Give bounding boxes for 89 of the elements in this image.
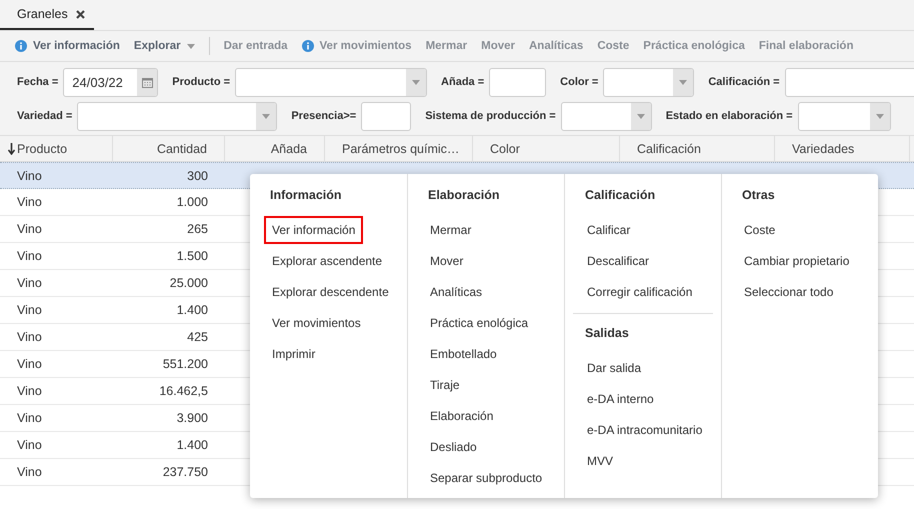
input-field[interactable] bbox=[784, 68, 914, 96]
input-field[interactable] bbox=[361, 102, 412, 130]
field-label: Añada = bbox=[441, 76, 484, 88]
table-cell: 16.462,5 bbox=[159, 384, 208, 398]
menu-heading: Información bbox=[269, 187, 343, 204]
table-cell: 300 bbox=[187, 168, 208, 182]
menu-item[interactable]: Cambiar propietario bbox=[736, 247, 858, 275]
dropdown-field[interactable] bbox=[603, 68, 694, 96]
table-cell: Vino bbox=[17, 384, 42, 398]
menu-item[interactable]: Explorar ascendente bbox=[264, 247, 390, 275]
caret-icon bbox=[412, 80, 420, 84]
caret-icon bbox=[636, 114, 645, 118]
table-cell: 551.200 bbox=[162, 357, 208, 371]
menu-item[interactable]: Desliado bbox=[422, 433, 485, 461]
caret-icon bbox=[262, 114, 270, 118]
dropdown-field[interactable] bbox=[235, 68, 428, 96]
menu-item[interactable]: Dar salida bbox=[579, 354, 650, 382]
table-cell: Vino bbox=[17, 465, 42, 479]
date-field[interactable]: 24/03/22 bbox=[63, 68, 158, 96]
caret-icon bbox=[876, 114, 884, 118]
menu-item[interactable]: Corregir calificación bbox=[579, 278, 700, 306]
table-cell: 425 bbox=[187, 330, 208, 344]
column-header[interactable]: Parámetros químic… bbox=[325, 136, 473, 161]
dropdown-field[interactable] bbox=[560, 102, 652, 130]
table-cell: 25.000 bbox=[170, 276, 208, 290]
toolbar-button[interactable]: Explorar bbox=[128, 36, 201, 56]
field-label: Producto = bbox=[172, 76, 230, 88]
menu-heading: Otras bbox=[741, 187, 776, 204]
table-cell: Vino bbox=[17, 411, 42, 425]
menu-item[interactable]: Práctica enológica bbox=[422, 309, 536, 337]
menu-item[interactable]: Tiraje bbox=[422, 371, 468, 399]
table-cell: Vino bbox=[17, 438, 42, 452]
menu-heading: Calificación bbox=[584, 187, 656, 204]
menu-item[interactable]: e-DA intracomunitario bbox=[579, 416, 710, 444]
info-icon bbox=[302, 40, 314, 52]
table-cell: 1.000 bbox=[176, 195, 208, 209]
menu-item[interactable]: Imprimir bbox=[264, 340, 324, 368]
table-cell: Vino bbox=[17, 330, 42, 344]
menu-item[interactable]: Coste bbox=[736, 216, 784, 244]
menu-item[interactable]: Mover bbox=[422, 247, 472, 275]
menu-item[interactable]: Elaboración bbox=[422, 402, 502, 430]
dropdown-field[interactable] bbox=[77, 102, 278, 130]
field-label: Presencia>= bbox=[291, 110, 356, 122]
info-icon bbox=[15, 40, 27, 52]
table-cell: 1.400 bbox=[176, 438, 208, 452]
table-cell: Vino bbox=[17, 303, 42, 317]
calendar-icon bbox=[142, 76, 153, 88]
menu-item[interactable]: Ver movimientos bbox=[264, 309, 369, 337]
field-label: Fecha = bbox=[17, 76, 58, 88]
table-cell: 237.750 bbox=[162, 465, 208, 479]
column-header[interactable]: Calificación bbox=[620, 136, 775, 161]
menu-item[interactable]: Analíticas bbox=[422, 278, 490, 306]
table-cell: 1.400 bbox=[176, 303, 208, 317]
menu-item[interactable]: Separar subproducto bbox=[422, 464, 550, 492]
table-cell: Vino bbox=[17, 195, 42, 209]
input-field[interactable] bbox=[489, 68, 546, 96]
table-cell: Vino bbox=[17, 168, 42, 182]
menu-item[interactable]: Descalificar bbox=[579, 247, 658, 275]
column-header[interactable]: Añada bbox=[225, 136, 325, 161]
menu-item[interactable]: Seleccionar todo bbox=[736, 278, 842, 306]
menu-item[interactable]: Calificar bbox=[579, 216, 638, 244]
menu-item[interactable]: Embotellado bbox=[422, 340, 505, 368]
menu-heading: Salidas bbox=[584, 325, 630, 342]
menu-heading: Elaboración bbox=[427, 187, 501, 204]
menu-item[interactable]: Mermar bbox=[422, 216, 480, 244]
caret-icon bbox=[679, 80, 688, 84]
column-header[interactable]: Producto bbox=[0, 136, 113, 161]
field-label: Variedad = bbox=[17, 110, 72, 122]
dropdown-field[interactable] bbox=[798, 102, 891, 130]
column-header[interactable]: Color bbox=[473, 136, 620, 161]
field-label: Calificación = bbox=[708, 76, 780, 88]
caret-icon bbox=[186, 44, 195, 48]
field-label: Color = bbox=[560, 76, 598, 88]
table-cell: Vino bbox=[17, 249, 42, 263]
column-header[interactable]: Cantidad bbox=[113, 136, 225, 161]
field-label: Sistema de producción = bbox=[425, 110, 556, 122]
field-label: Estado en elaboración = bbox=[666, 110, 793, 122]
table-cell: 265 bbox=[187, 222, 208, 236]
column-header[interactable]: Variedades bbox=[775, 136, 910, 161]
table-cell: 3.900 bbox=[176, 411, 208, 425]
table-cell: Vino bbox=[17, 222, 42, 236]
table-cell: Vino bbox=[17, 276, 42, 290]
menu-item[interactable]: e-DA interno bbox=[579, 385, 662, 413]
table-cell: 1.500 bbox=[176, 249, 208, 263]
table-cell: Vino bbox=[17, 357, 42, 371]
menu-item[interactable]: Ver información bbox=[264, 216, 364, 244]
toolbar-button[interactable]: Ver información bbox=[9, 36, 126, 56]
menu-item[interactable]: MVV bbox=[579, 447, 622, 475]
menu-item[interactable]: Explorar descendente bbox=[264, 278, 397, 306]
